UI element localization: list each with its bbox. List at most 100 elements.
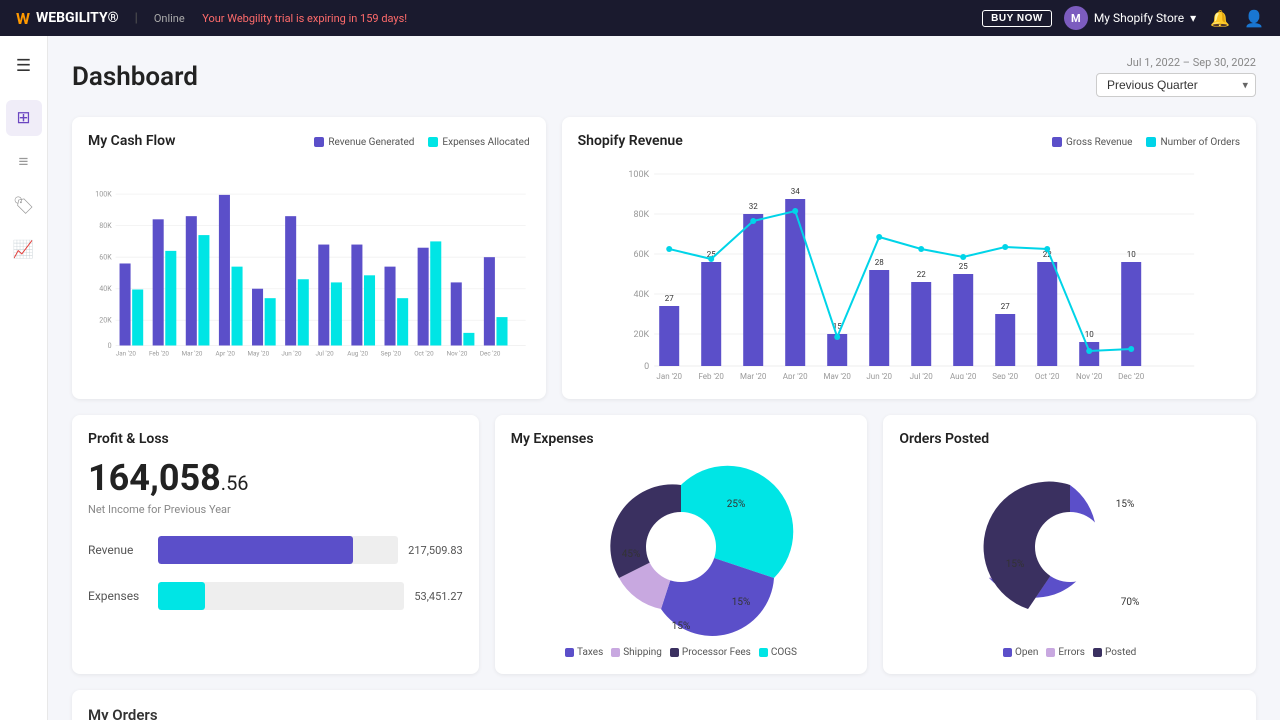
shopify-card: Shopify Revenue Gross Revenue Number of … <box>562 117 1256 399</box>
shopify-title: Shopify Revenue <box>578 133 683 149</box>
shipping-dot <box>611 648 620 657</box>
sidebar-item-orders[interactable]: ≡ <box>6 144 42 180</box>
main-header: Dashboard Jul 1, 2022 – Sep 30, 2022 Pre… <box>72 56 1256 97</box>
svg-text:25: 25 <box>958 262 967 271</box>
trial-text: Your Webgility trial is expiring in 159 … <box>197 12 970 25</box>
expenses-title: My Expenses <box>511 431 852 447</box>
chevron-down-icon: ▾ <box>1190 11 1196 25</box>
pnl-expenses-label: Expenses <box>88 589 148 603</box>
svg-text:Aug '20: Aug '20 <box>950 372 977 379</box>
user-icon[interactable]: 👤 <box>1244 9 1264 28</box>
legend-gross: Gross Revenue <box>1052 137 1132 148</box>
store-initial: M <box>1071 12 1081 25</box>
pnl-expenses-track <box>158 582 404 610</box>
svg-text:Nov '20: Nov '20 <box>447 350 468 358</box>
orders-legend: Open Errors Posted <box>1003 647 1136 658</box>
legend-expenses: Expenses Allocated <box>428 137 529 148</box>
shipping-label: Shipping <box>623 647 662 658</box>
svg-text:Jan '20: Jan '20 <box>656 372 682 379</box>
svg-text:34: 34 <box>790 187 799 196</box>
store-name: My Shopify Store <box>1094 11 1184 25</box>
svg-text:10: 10 <box>1084 330 1093 339</box>
posted-label: Posted <box>1105 647 1136 658</box>
legend-expenses-dot <box>428 137 438 147</box>
pnl-revenue-row: Revenue 217,509.83 <box>88 536 463 564</box>
svg-text:80K: 80K <box>633 210 649 220</box>
orders-donut-container: 15% 15% 70% Open Errors <box>899 457 1240 658</box>
svg-text:28: 28 <box>874 258 883 267</box>
legend-orders: Number of Orders <box>1146 137 1240 148</box>
svg-text:100K: 100K <box>628 170 649 180</box>
legend-expenses-label: Expenses Allocated <box>442 137 529 148</box>
svg-text:15%: 15% <box>732 597 751 608</box>
date-range-label: Jul 1, 2022 – Sep 30, 2022 <box>1127 56 1256 69</box>
svg-text:40K: 40K <box>99 284 112 293</box>
svg-text:27: 27 <box>1000 302 1009 311</box>
cashflow-title: My Cash Flow <box>88 133 175 149</box>
date-range-section: Jul 1, 2022 – Sep 30, 2022 Previous Quar… <box>1096 56 1256 97</box>
svg-text:Sep '20: Sep '20 <box>381 350 402 358</box>
sidebar-hamburger[interactable]: ☰ <box>6 48 42 84</box>
pnl-expenses-value: 53,451.27 <box>414 590 462 603</box>
svg-text:70%: 70% <box>1120 597 1139 608</box>
charts-row: My Cash Flow Revenue Generated Expenses … <box>72 117 1256 399</box>
legend-open: Open <box>1003 647 1038 658</box>
pnl-subtitle: Net Income for Previous Year <box>88 503 463 516</box>
legend-errors: Errors <box>1046 647 1085 658</box>
svg-text:Mar '20: Mar '20 <box>182 350 203 358</box>
legend-gross-label: Gross Revenue <box>1066 137 1132 148</box>
bell-icon[interactable]: 🔔 <box>1210 9 1230 28</box>
sidebar-item-products[interactable]: 🏷 <box>6 188 42 224</box>
legend-taxes: Taxes <box>565 647 603 658</box>
taxes-label: Taxes <box>577 647 603 658</box>
orders-title: Orders Posted <box>899 431 1240 447</box>
svg-text:Jun '20: Jun '20 <box>866 372 892 379</box>
svg-text:0: 0 <box>108 341 112 350</box>
svg-text:20K: 20K <box>633 330 649 340</box>
pnl-revenue-track <box>158 536 398 564</box>
legend-shipping: Shipping <box>611 647 662 658</box>
shopify-legend: Gross Revenue Number of Orders <box>1052 137 1240 148</box>
date-range-select[interactable]: Previous Quarter This Quarter Last Month… <box>1096 73 1256 97</box>
svg-text:Feb '20: Feb '20 <box>698 372 724 379</box>
topbar-right: M My Shopify Store ▾ 🔔 👤 <box>1064 6 1264 30</box>
sidebar-item-dashboard[interactable]: ⊞ <box>6 100 42 136</box>
legend-gross-dot <box>1052 137 1062 147</box>
store-avatar: M <box>1064 6 1088 30</box>
svg-text:Jan '20: Jan '20 <box>116 350 137 358</box>
svg-text:Jul '20: Jul '20 <box>909 372 933 379</box>
main-content: Dashboard Jul 1, 2022 – Sep 30, 2022 Pre… <box>48 36 1280 720</box>
store-selector[interactable]: M My Shopify Store ▾ <box>1064 6 1196 30</box>
svg-text:Dec '20: Dec '20 <box>480 350 501 358</box>
my-orders-card: My Orders <box>72 690 1256 720</box>
svg-text:15%: 15% <box>1005 559 1024 570</box>
products-icon: 🏷 <box>13 196 35 216</box>
logo: W WEBGILITY® <box>16 9 119 28</box>
svg-text:0: 0 <box>644 362 649 372</box>
legend-orders-dot <box>1146 137 1156 147</box>
posted-dot <box>1093 648 1102 657</box>
legend-revenue-dot <box>314 137 324 147</box>
svg-text:May '20: May '20 <box>823 372 851 379</box>
page-title: Dashboard <box>72 62 198 92</box>
shopify-chart: 100K 80K 60K 40K 20K 0 <box>578 159 1240 379</box>
svg-text:45%: 45% <box>622 549 641 560</box>
svg-text:Oct '20: Oct '20 <box>1034 372 1059 379</box>
expenses-card: My Expenses <box>495 415 868 674</box>
svg-text:20K: 20K <box>99 316 112 325</box>
cogs-label: COGS <box>771 647 797 658</box>
sidebar-item-analytics[interactable]: 📈 <box>6 232 42 268</box>
expenses-donut: 25% 45% 15% 15% <box>581 457 781 637</box>
legend-processor: Processor Fees <box>670 647 751 658</box>
svg-text:Apr '20: Apr '20 <box>782 372 807 379</box>
topbar-divider: | <box>135 11 138 26</box>
cashflow-legend: Revenue Generated Expenses Allocated <box>314 137 529 148</box>
orders-card: Orders Posted 15% <box>883 415 1256 674</box>
buy-now-button[interactable]: BUY NOW <box>982 10 1052 27</box>
pnl-title: Profit & Loss <box>88 431 463 447</box>
orders-icon: ≡ <box>19 152 29 172</box>
legend-revenue: Revenue Generated <box>314 137 414 148</box>
open-dot <box>1003 648 1012 657</box>
svg-text:22: 22 <box>916 270 925 279</box>
errors-label: Errors <box>1058 647 1085 658</box>
